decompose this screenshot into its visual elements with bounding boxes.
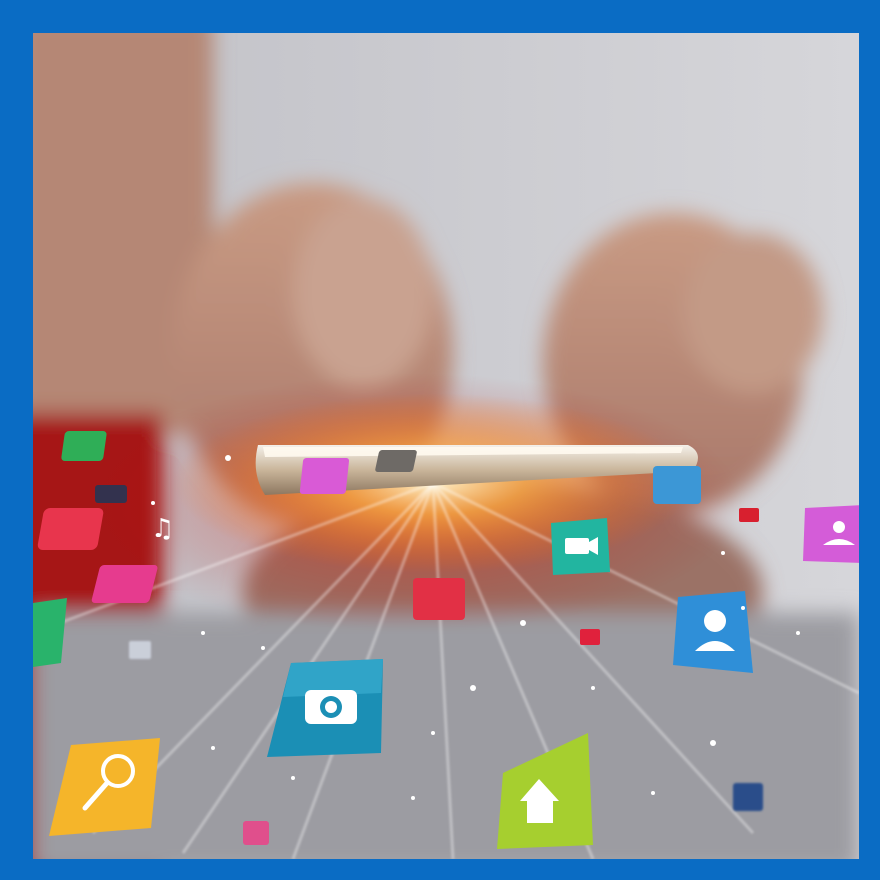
photo: ♫ [33, 33, 859, 859]
chat-icon [803, 505, 859, 563]
blue-frame: ♫ [0, 0, 880, 880]
video-camera-icon [551, 518, 610, 575]
scene-illustration: ♫ [33, 33, 859, 859]
svg-text:♫: ♫ [151, 514, 174, 544]
contact-icon [673, 591, 753, 673]
